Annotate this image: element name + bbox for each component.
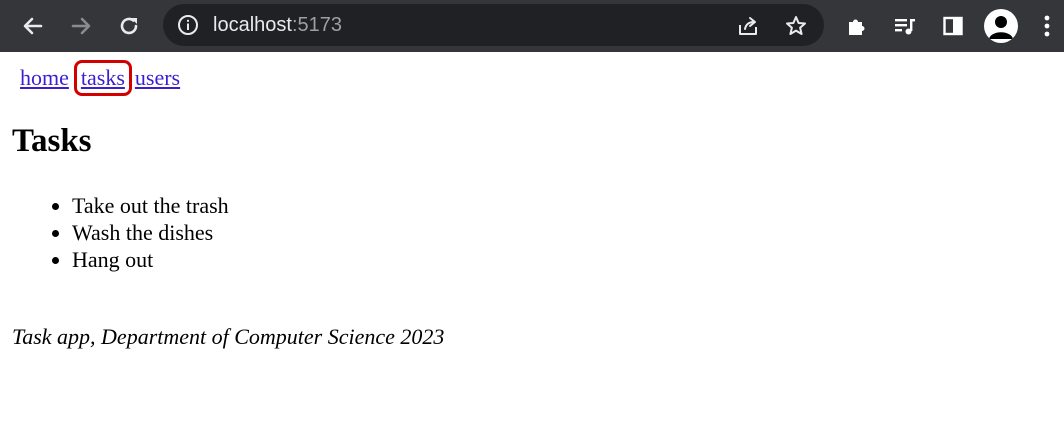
task-item: Take out the trash [72,192,229,219]
extensions-button[interactable] [842,11,872,41]
nav-link-users[interactable]: users [135,65,180,90]
task-list: Take out the trash Wash the dishes Hang … [32,192,229,273]
share-icon [739,17,757,35]
info-icon[interactable] [177,14,199,36]
media-queue-button[interactable] [890,11,920,41]
kebab-menu-icon [1044,15,1050,37]
footer-text: Task app, Department of Computer Science… [12,324,445,349]
task-item: Wash the dishes [72,219,229,246]
task-item: Hang out [72,246,229,273]
page-title: Tasks [12,123,92,159]
site-nav: home tasks users [20,60,184,96]
side-panel-button[interactable] [938,11,968,41]
extensions-puzzle-icon [849,19,865,35]
bookmark-star-button[interactable] [783,13,809,39]
forward-button[interactable] [64,9,98,43]
back-arrow-icon [23,17,43,35]
nav-link-tasks[interactable]: tasks [73,60,132,96]
page-content: hometasksusers Tasks Take out the trash … [0,52,1064,422]
back-button[interactable] [16,9,50,43]
reload-icon [120,17,138,35]
browser-menu-button[interactable] [1032,11,1062,41]
address-bar[interactable]: localhost:5173 [163,4,824,46]
browser-toolbar: localhost:5173 [0,0,1064,52]
nav-link-home[interactable]: home [20,65,69,90]
profile-avatar-icon [989,16,1013,39]
media-queue-icon [895,19,915,35]
reload-button[interactable] [112,9,146,43]
star-icon [786,16,806,35]
url-host: localhost [213,14,292,36]
forward-arrow-icon [71,17,91,35]
url-text[interactable]: localhost:5173 [213,13,342,37]
url-port: :5173 [291,14,342,36]
share-button[interactable] [735,13,761,39]
side-panel-icon [943,16,963,36]
profile-avatar-button[interactable] [984,9,1018,43]
